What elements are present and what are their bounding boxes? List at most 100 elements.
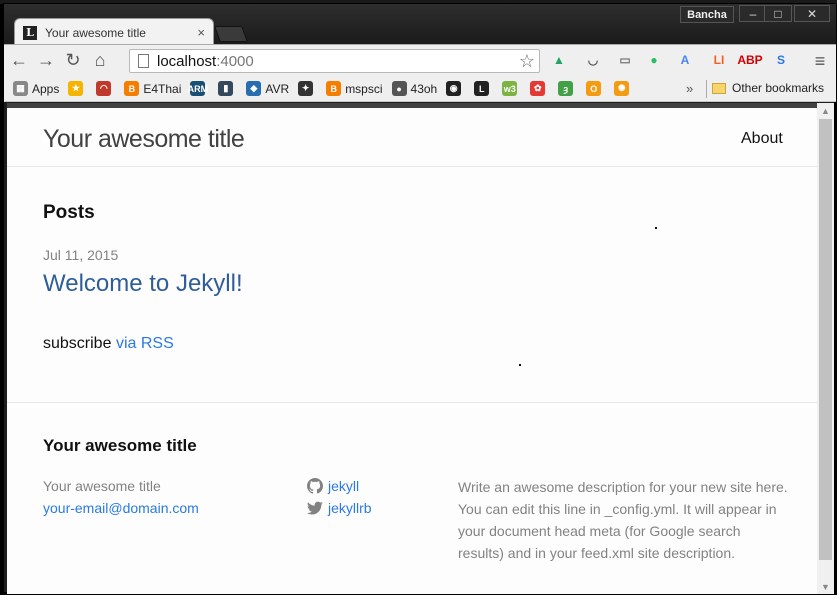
bookmark-item[interactable]: ◆ AVR <box>246 81 289 96</box>
github-link[interactable]: jekyll <box>307 478 359 494</box>
bookmark-item[interactable]: ✦ <box>298 81 317 96</box>
home-icon[interactable]: ⌂ <box>88 49 112 73</box>
bookmark-item[interactable]: w3 <box>502 81 521 96</box>
bookmark-item[interactable]: O <box>586 81 605 96</box>
twitter-icon <box>307 501 323 515</box>
bookmark-item[interactable]: ȝ <box>558 81 577 96</box>
bookmark-item[interactable]: B E4Thai <box>124 81 181 96</box>
tab-close-icon[interactable]: × <box>197 25 205 40</box>
post-date: Jul 11, 2015 <box>43 247 119 263</box>
apps-grid-icon: ▦ <box>13 81 28 96</box>
bookmark-label: 43oh <box>410 81 438 96</box>
blogger-icon: B <box>326 81 342 96</box>
bookmark-item[interactable]: ✿ <box>530 81 549 96</box>
back-icon[interactable]: ← <box>7 49 31 73</box>
stray-dot <box>519 364 521 366</box>
bookmark-item[interactable]: ✺ <box>614 81 633 96</box>
twitter-username: jekyllrb <box>328 500 372 516</box>
bookmarks-overflow-icon[interactable]: » <box>686 81 693 96</box>
github-username: jekyll <box>328 478 360 494</box>
arm-icon: ARM <box>188 81 208 96</box>
bookmark-item[interactable]: ▮ <box>218 81 237 96</box>
site-footer: Your awesome title Your awesome title yo… <box>7 402 817 594</box>
url-host: localhost <box>157 52 217 70</box>
footer-site-name: Your awesome title <box>43 478 161 494</box>
bookmark-item[interactable]: ★ <box>68 81 87 96</box>
s-extension-icon[interactable]: S <box>770 49 792 71</box>
close-window-button[interactable]: ✕ <box>794 5 830 22</box>
new-tab-button[interactable] <box>214 26 248 42</box>
bookmark-item[interactable]: ▦ Apps <box>13 81 59 96</box>
rss-prefix: subscribe <box>43 335 112 352</box>
tab-title: Your awesome title <box>45 25 146 40</box>
url-port: :4000 <box>216 52 254 70</box>
bookmark-star-icon[interactable]: ☆ <box>519 51 535 72</box>
footer-email-link[interactable]: your-email@domain.com <box>43 500 199 516</box>
bookmarks-bar: ▦ Apps ★ ◠ B E4Thai ARM ▮ ◆ AVR ✦ Bmspsci ● 43oh ◉ Lw3 ✿… <box>4 76 836 102</box>
minimize-button[interactable]: – <box>739 5 767 22</box>
reload-icon[interactable]: ↻ <box>61 49 85 73</box>
e-icon: ȝ <box>558 81 574 96</box>
book-icon: ▮ <box>218 81 234 96</box>
site-description: Write an awesome description for your ne… <box>458 479 788 561</box>
bookmark-item[interactable]: ◉ <box>446 81 465 96</box>
cast-icon[interactable]: ▭ <box>614 49 636 71</box>
scroll-up-icon[interactable]: ▲ <box>817 103 834 118</box>
folder-icon <box>712 82 726 94</box>
bookmark-label: AVR <box>265 81 290 96</box>
lifehacker-icon: L <box>474 81 490 96</box>
github-icon <box>307 478 323 494</box>
stray-dot <box>655 227 657 229</box>
other-bookmarks[interactable]: Other bookmarks <box>712 81 824 95</box>
star-bookmark-icon: ★ <box>68 81 84 96</box>
other-bookmarks-label: Other bookmarks <box>732 81 825 95</box>
puzzle-icon: ✿ <box>530 81 546 96</box>
evernote-icon[interactable]: ● <box>643 49 665 71</box>
bookmark-item[interactable]: ● 43oh <box>391 81 438 96</box>
bookmark-item[interactable]: ARM <box>188 81 209 96</box>
nav-about-link[interactable]: About <box>741 130 783 148</box>
ti-icon: ✦ <box>298 81 314 96</box>
titlebar: L Your awesome title × Bancha – □ ✕ <box>4 4 836 46</box>
footer-heading: Your awesome title <box>43 436 197 455</box>
site-title-link[interactable]: Your awesome title <box>43 125 245 154</box>
bookmark-item[interactable]: L <box>474 81 493 96</box>
translate-icon[interactable]: A <box>674 49 696 71</box>
43oh-icon: ● <box>391 81 407 96</box>
scroll-thumb[interactable] <box>819 119 832 560</box>
tab-favicon-icon: L <box>23 25 37 40</box>
scroll-down-icon[interactable]: ▼ <box>817 579 834 594</box>
forward-icon[interactable]: → <box>34 49 58 73</box>
sun-icon: ✺ <box>614 81 630 96</box>
site-header: Your awesome title About <box>7 103 817 167</box>
menu-icon[interactable]: ≡ <box>808 49 832 73</box>
rss-link[interactable]: via RSS <box>116 335 174 352</box>
vertical-scrollbar[interactable]: ▲ ▼ <box>817 103 834 594</box>
page-icon <box>138 54 149 68</box>
pocket-icon[interactable]: ◡ <box>582 49 604 71</box>
ring-icon: O <box>586 81 602 96</box>
browser-window: L Your awesome title × Bancha – □ ✕ ← → … <box>3 3 836 594</box>
post-title-link[interactable]: Welcome to Jekyll! <box>43 270 243 298</box>
maximize-button[interactable]: □ <box>764 5 792 22</box>
bookmark-item[interactable]: ◠ <box>96 81 115 96</box>
blogger-icon: B <box>124 81 140 96</box>
profile-button[interactable]: Bancha <box>680 6 734 23</box>
github-icon: ◉ <box>446 81 462 96</box>
page-viewport: Your awesome title About Posts Jul 11, 2… <box>7 103 817 594</box>
twitter-link[interactable]: jekyllrb <box>307 500 372 516</box>
rss-line: subscribe via RSS <box>43 335 174 353</box>
bookmark-label: mspsci <box>345 81 383 96</box>
address-bar[interactable]: localhost:4000 ☆ <box>129 49 540 73</box>
posts-heading: Posts <box>43 202 95 223</box>
browser-tab[interactable]: L Your awesome title × <box>14 18 214 46</box>
bookmark-label: Apps <box>32 81 60 96</box>
bookmark-item[interactable]: Bmspsci <box>326 81 383 96</box>
arc-bookmark-icon: ◠ <box>96 81 112 96</box>
bookmark-label: E4Thai <box>143 81 182 96</box>
drive-icon[interactable]: ▲ <box>548 49 570 71</box>
adblock-icon[interactable]: ABP <box>737 49 762 71</box>
lastpass-icon[interactable]: LI <box>708 49 730 71</box>
browser-toolbar: ← → ↻ ⌂ localhost:4000 ☆ ▲ ◡ ▭ ● A LI ABP S ≡ <box>4 44 836 76</box>
bookmarks-divider <box>706 80 707 98</box>
